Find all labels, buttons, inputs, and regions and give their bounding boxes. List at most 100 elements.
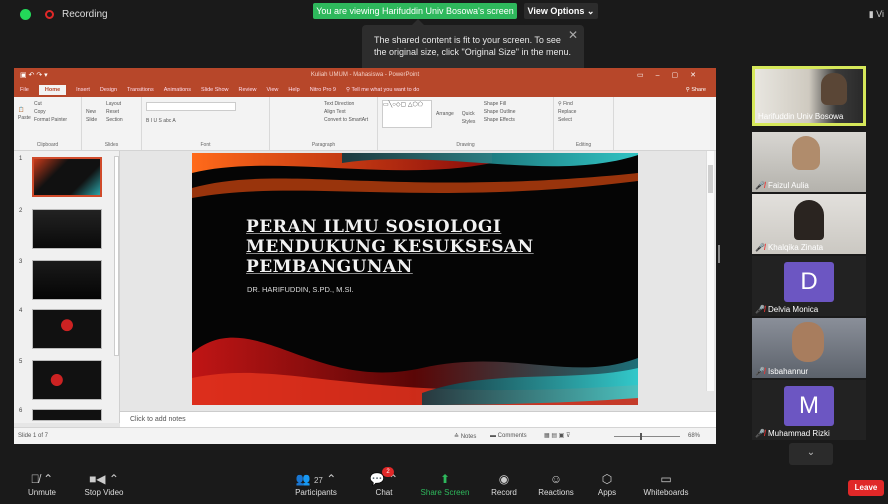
tab-nitro[interactable]: Nitro Pro 9 xyxy=(310,87,336,93)
gallery-next-button[interactable]: ⌄ xyxy=(789,443,833,465)
share-screen-button[interactable]: ⬆ Share Screen xyxy=(420,470,470,497)
layout-button[interactable]: Layout xyxy=(86,100,137,108)
slide-title: PERAN ILMU SOSIOLOGI MENDUKUNG KESUKSESA… xyxy=(246,217,534,277)
tab-help[interactable]: Help xyxy=(288,87,299,93)
leave-button[interactable]: Leave xyxy=(848,480,884,496)
panel-divider[interactable] xyxy=(718,245,720,263)
participant-name: Khalqika Zinata xyxy=(767,243,824,252)
quick-styles-button[interactable]: Quick Styles xyxy=(462,110,480,126)
participant-tile[interactable]: 🎤̸ Faizul Aulia xyxy=(752,132,866,192)
share-label: Share xyxy=(691,87,706,93)
paste-button[interactable]: 📋 Paste xyxy=(18,106,34,122)
convert-smartart-button[interactable]: Convert to SmartArt xyxy=(324,116,373,124)
group-label: Drawing xyxy=(456,142,475,148)
recording-indicator[interactable]: Recording xyxy=(20,9,108,20)
unmute-button[interactable]: 🎙̸ ⌃ Unmute xyxy=(20,470,64,497)
window-controls[interactable]: ▭–▢✕ xyxy=(637,68,708,83)
quick-styles-label: Quick Styles xyxy=(461,111,476,125)
notes-pane[interactable]: Click to add notes xyxy=(120,411,716,427)
stop-video-label: Stop Video xyxy=(84,488,124,497)
participant-video xyxy=(792,136,820,170)
tab-animations[interactable]: Animations xyxy=(164,87,191,93)
slide-title-line-2: MENDUKUNG KESUKSESAN xyxy=(246,237,534,257)
arrange-button[interactable]: Arrange xyxy=(436,110,454,118)
replace-button[interactable]: Replace xyxy=(558,108,609,116)
apps-button[interactable]: ⬡ Apps xyxy=(592,470,622,497)
whiteboards-button[interactable]: ▭ Whiteboards xyxy=(640,470,692,497)
participant-avatar: D xyxy=(784,262,834,302)
participant-tile[interactable]: Harifuddin Univ Bosowa xyxy=(752,66,866,126)
quick-access-toolbar[interactable]: ▣ ↶ ↷ ▾ xyxy=(20,68,48,83)
new-slide-button[interactable]: New Slide xyxy=(86,108,106,124)
share-screen-icon: ⬆ xyxy=(439,472,451,486)
slide-thumbnail-5[interactable] xyxy=(32,360,102,400)
reactions-button[interactable]: ☺ Reactions xyxy=(536,470,576,497)
editor-area: 1 2 3 4 5 6 PERAN ILMU SOSIOLOGI MENDUKU… xyxy=(14,151,716,444)
participant-video xyxy=(794,200,824,240)
slide-thumbnail-3[interactable] xyxy=(32,260,102,300)
slide-thumbnail-6[interactable] xyxy=(32,409,102,421)
view-options-button[interactable]: View Options ⌄ xyxy=(524,3,598,19)
participant-name: Harifuddin Univ Bosowa xyxy=(758,112,844,121)
participant-tile[interactable]: D 🎤̸ Delvia Monica xyxy=(752,256,866,316)
close-icon[interactable]: ✕ xyxy=(568,29,578,41)
slide-canvas[interactable]: PERAN ILMU SOSIOLOGI MENDUKUNG KESUKSESA… xyxy=(192,153,638,405)
slide-subtitle: DR. HARIFUDDIN, S.PD., M.SI. xyxy=(247,285,354,294)
participant-tile[interactable]: 🎤̸ Isbahannur xyxy=(752,318,866,378)
select-button[interactable]: Select xyxy=(558,116,609,124)
find-button[interactable]: ⚲ Find xyxy=(558,100,609,108)
slide-thumbnail-1[interactable] xyxy=(32,157,102,197)
participant-tile[interactable]: M 🎤̸ Muhammad Rizki xyxy=(752,380,866,440)
tab-review[interactable]: Review xyxy=(239,87,257,93)
participant-name: Faizul Aulia xyxy=(767,181,809,190)
apps-icon: ⬡ xyxy=(601,472,613,486)
recording-label: Recording xyxy=(62,9,108,20)
font-name-select[interactable] xyxy=(146,102,236,111)
zoom-slider[interactable] xyxy=(614,436,680,437)
tab-slide-show[interactable]: Slide Show xyxy=(201,87,229,93)
tab-home[interactable]: Home xyxy=(38,85,67,95)
participant-tile[interactable]: 🎤̸ Khalqika Zinata xyxy=(752,194,866,254)
notes-toggle[interactable]: ≙ Notes xyxy=(454,433,476,440)
zoom-slider-thumb[interactable] xyxy=(640,433,642,440)
reactions-label: Reactions xyxy=(538,488,574,497)
tab-transitions[interactable]: Transitions xyxy=(127,87,154,93)
share-button[interactable]: ⚲ Share xyxy=(686,87,706,93)
muted-mic-icon: 🎤̸ xyxy=(755,181,765,190)
view-mode-button[interactable]: ▮ Vi xyxy=(869,9,884,20)
participant-name-row: 🎤̸ Isbahannur xyxy=(755,367,808,376)
text-direction-button[interactable]: Text Direction xyxy=(324,100,373,108)
slide-count: Slide 1 of 7 xyxy=(18,433,49,439)
chevron-down-icon: ⌄ xyxy=(806,447,816,458)
participant-name-row: 🎤̸ Faizul Aulia xyxy=(755,181,809,190)
tab-design[interactable]: Design xyxy=(100,87,117,93)
participant-name: Delvia Monica xyxy=(767,305,819,314)
font-format-buttons[interactable]: B I U S abc A xyxy=(146,117,265,125)
shapes-gallery[interactable]: ▭╲○◇▢ △⬡⬠ xyxy=(382,100,432,128)
comments-toggle[interactable]: ▬ Comments xyxy=(490,433,527,439)
record-button[interactable]: ◉ Record xyxy=(486,470,522,497)
security-shield-icon[interactable] xyxy=(20,9,31,20)
tab-file[interactable]: File xyxy=(20,87,29,93)
chat-button[interactable]: 💬 ⌃ 2 Chat xyxy=(368,467,400,497)
slide-scrollbar[interactable] xyxy=(706,151,714,391)
tab-insert[interactable]: Insert xyxy=(76,87,90,93)
tell-me-search[interactable]: ⚲ Tell me what you want to do xyxy=(346,87,419,93)
notes-label: Notes xyxy=(460,434,477,440)
align-text-button[interactable]: Align Text xyxy=(324,108,373,116)
participants-button[interactable]: 👥 27 ⌃ Participants xyxy=(286,470,346,497)
zoom-level[interactable]: 68% xyxy=(688,433,700,439)
paragraph-group: Text Direction Align Text Convert to Sma… xyxy=(270,97,378,150)
scroll-thumb[interactable] xyxy=(708,165,713,193)
slide-number: 2 xyxy=(19,208,23,214)
slide-thumbnail-2[interactable] xyxy=(32,209,102,249)
record-icon: ◉ xyxy=(498,472,510,486)
tab-view[interactable]: View xyxy=(267,87,279,93)
slide-title-line-1: PERAN ILMU SOSIOLOGI xyxy=(246,217,502,237)
muted-mic-icon: 🎤̸ xyxy=(755,243,765,252)
thumbnail-scrollbar[interactable] xyxy=(114,156,119,356)
view-buttons[interactable]: ▦ ▤ ▣ ⊽ xyxy=(544,432,570,439)
stop-video-button[interactable]: ■◀ ⌃ Stop Video xyxy=(76,470,132,497)
reactions-icon: ☺ xyxy=(549,472,563,486)
slide-thumbnail-4[interactable] xyxy=(32,309,102,349)
